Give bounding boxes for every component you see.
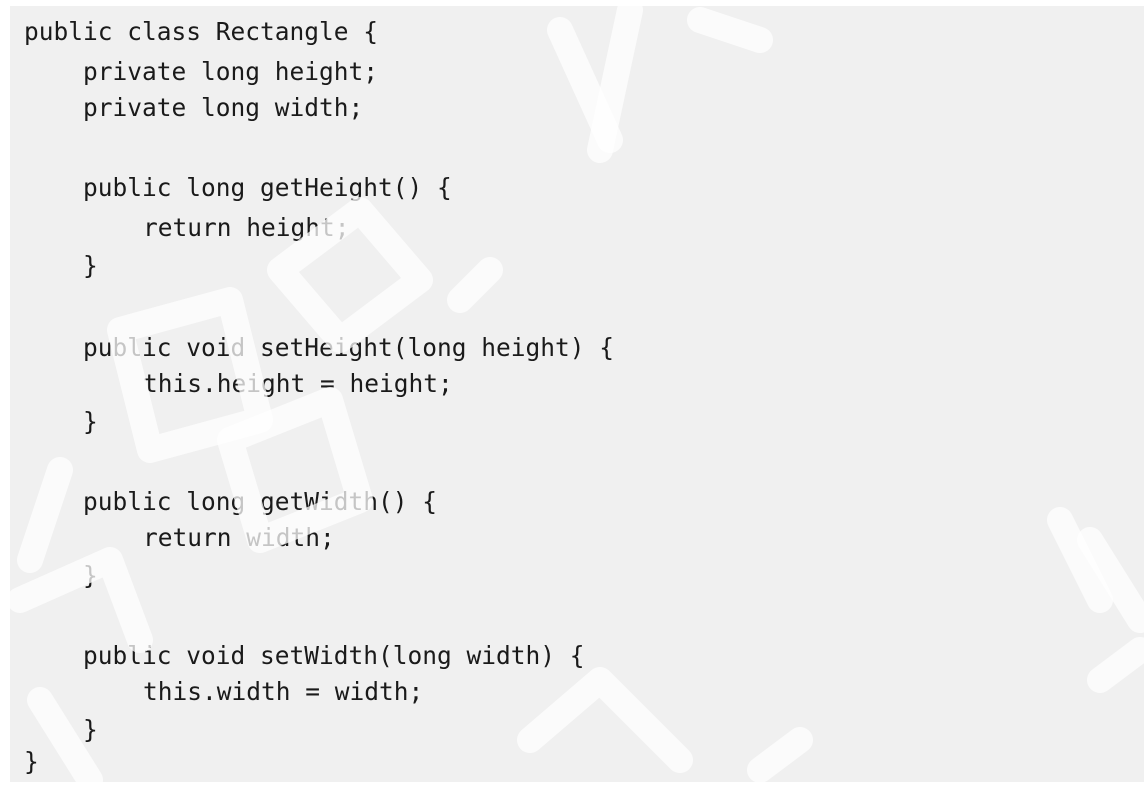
code-line-class-close-brace: } <box>24 747 39 776</box>
code-line-return-height: return height; <box>143 213 350 242</box>
code-line-assign-width: this.width = width; <box>143 677 424 706</box>
code-line-set-width-decl: public void setWidth(long width) { <box>83 641 585 670</box>
code-line-return-width: return width; <box>143 523 335 552</box>
code-line-close-brace: } <box>83 407 98 436</box>
code-line-get-height-decl: public long getHeight() { <box>83 173 452 202</box>
code-line-close-brace: } <box>83 715 98 744</box>
code-block: public class Rectangle { private long he… <box>10 6 1144 782</box>
code-line-set-height-decl: public void setHeight(long height) { <box>83 333 615 362</box>
code-line-close-brace: } <box>83 561 98 590</box>
code-line-class-decl: public class Rectangle { <box>24 17 379 46</box>
code-line-assign-height: this.height = height; <box>143 369 453 398</box>
page: public class Rectangle { private long he… <box>0 0 1144 796</box>
code-line-get-width-decl: public long getWidth() { <box>83 487 438 516</box>
code-line-close-brace: } <box>83 251 98 280</box>
code-line-width-field: private long width; <box>83 93 364 122</box>
code-line-height-field: private long height; <box>83 57 379 86</box>
